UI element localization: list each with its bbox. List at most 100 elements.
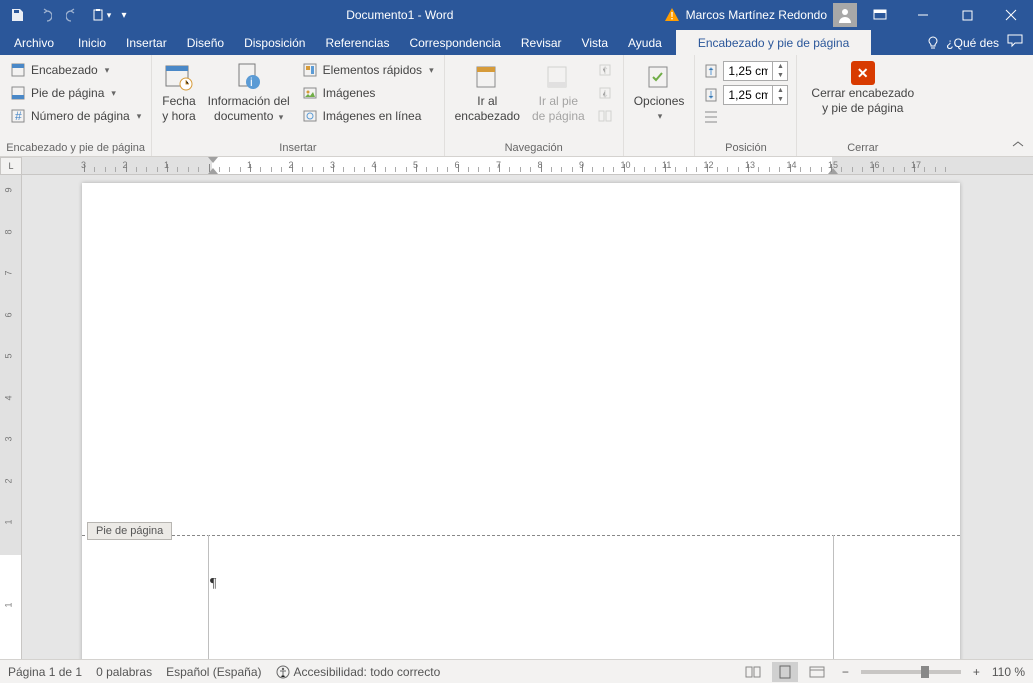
- online-images-button[interactable]: Imágenes en línea: [298, 105, 438, 127]
- avatar-icon[interactable]: [833, 3, 857, 27]
- svg-text:i: i: [250, 75, 253, 89]
- user-area: Marcos Martínez Redondo: [664, 0, 901, 30]
- prev-icon: [597, 62, 613, 78]
- window-controls: [901, 0, 1033, 30]
- date-time-button[interactable]: Fecha y hora: [156, 57, 201, 123]
- title-bar: ▾ ▾ Documento1 - Word Marcos Martínez Re…: [0, 0, 1033, 30]
- tab-header-footer[interactable]: Encabezado y pie de página: [676, 30, 871, 55]
- comments-icon[interactable]: [1007, 34, 1023, 51]
- tab-view[interactable]: Vista: [572, 30, 618, 55]
- print-layout-icon[interactable]: [772, 662, 798, 682]
- tab-help[interactable]: Ayuda: [618, 30, 672, 55]
- goto-header-button[interactable]: Ir al encabezado: [449, 57, 526, 123]
- status-accessibility[interactable]: Accesibilidad: todo correcto: [276, 665, 441, 679]
- page-number-button[interactable]: #Número de página▾: [6, 105, 145, 127]
- web-layout-icon[interactable]: [804, 662, 830, 682]
- qat-customize-icon[interactable]: ▾: [116, 2, 132, 28]
- header-distance-input[interactable]: [724, 64, 772, 78]
- zoom-out-button[interactable]: −: [836, 665, 855, 679]
- right-margin-mark: [833, 535, 834, 659]
- insert-alignment-tab[interactable]: [703, 109, 788, 125]
- online-image-icon: [302, 108, 318, 124]
- group-label-close: Cerrar: [801, 141, 924, 156]
- tab-layout[interactable]: Disposición: [234, 30, 315, 55]
- left-margin-mark: [208, 535, 209, 659]
- status-page[interactable]: Página 1 de 1: [8, 665, 82, 679]
- footer-from-bottom: ▲▼: [703, 85, 788, 105]
- footer-button[interactable]: Pie de página▾: [6, 82, 145, 104]
- warning-icon: [664, 7, 680, 23]
- spin-up-icon[interactable]: ▲: [773, 86, 787, 95]
- document-area: Pie de página ¶: [22, 175, 1033, 659]
- collapse-ribbon-icon[interactable]: [1011, 138, 1025, 152]
- images-button[interactable]: Imágenes: [298, 82, 438, 104]
- close-header-footer-button[interactable]: ✕ Cerrar encabezado y pie de página: [801, 57, 924, 115]
- hanging-indent-icon[interactable]: [208, 168, 218, 174]
- footer-distance-spinner[interactable]: ▲▼: [723, 85, 788, 105]
- ribbon-display-icon[interactable]: [863, 0, 897, 30]
- doc-info-button[interactable]: i Información del documento ▾: [202, 57, 296, 124]
- next-icon: [597, 85, 613, 101]
- goto-header-icon: [471, 61, 503, 93]
- pos-bottom-icon: [703, 87, 719, 103]
- zoom-slider[interactable]: [861, 670, 961, 674]
- horizontal-ruler[interactable]: 3211234567891011121314151617: [22, 157, 1033, 175]
- tab-home[interactable]: Inicio: [68, 30, 116, 55]
- nav-prev-button: [593, 59, 617, 81]
- group-navigation: Ir al encabezado Ir al pie de página Nav…: [445, 55, 624, 156]
- spin-up-icon[interactable]: ▲: [773, 62, 787, 71]
- paragraph-mark-icon: ¶: [210, 576, 216, 592]
- tab-references[interactable]: Referencias: [315, 30, 399, 55]
- group-options: Opciones ▾: [624, 55, 696, 156]
- zoom-in-button[interactable]: +: [967, 665, 986, 679]
- nav-next-button: [593, 82, 617, 104]
- doc-info-icon: i: [233, 61, 265, 93]
- user-name[interactable]: Marcos Martínez Redondo: [686, 8, 827, 22]
- image-icon: [302, 85, 318, 101]
- goto-footer-icon: [542, 61, 574, 93]
- header-distance-spinner[interactable]: ▲▼: [723, 61, 788, 81]
- quick-parts-button[interactable]: Elementos rápidos▾: [298, 59, 438, 81]
- tab-insert[interactable]: Insertar: [116, 30, 177, 55]
- window-title: Documento1 - Word: [136, 8, 664, 22]
- group-position: ▲▼ ▲▼ Posición: [695, 55, 797, 156]
- first-line-indent-icon[interactable]: [208, 157, 218, 163]
- ribbon-tabs: Archivo Inicio Insertar Diseño Disposici…: [0, 30, 1033, 55]
- zoom-level[interactable]: 110 %: [992, 665, 1025, 679]
- zoom-thumb[interactable]: [921, 666, 929, 678]
- options-icon: [643, 61, 675, 93]
- save-icon[interactable]: [4, 2, 30, 28]
- vertical-ruler[interactable]: 9876543211: [0, 175, 22, 659]
- status-language[interactable]: Español (España): [166, 665, 261, 679]
- group-label-insert: Insertar: [156, 141, 439, 156]
- read-mode-icon[interactable]: [740, 662, 766, 682]
- tab-mailings[interactable]: Correspondencia: [399, 30, 510, 55]
- tab-review[interactable]: Revisar: [511, 30, 572, 55]
- footer-distance-input[interactable]: [724, 88, 772, 102]
- tab-design[interactable]: Diseño: [177, 30, 234, 55]
- goto-footer-button: Ir al pie de página: [526, 57, 591, 123]
- status-words[interactable]: 0 palabras: [96, 665, 152, 679]
- group-label-navigation: Navegación: [449, 141, 619, 156]
- spin-down-icon[interactable]: ▼: [773, 95, 787, 104]
- group-label-position: Posición: [699, 141, 792, 156]
- close-button[interactable]: [989, 0, 1033, 30]
- quick-parts-icon: [302, 62, 318, 78]
- maximize-button[interactable]: [945, 0, 989, 30]
- minimize-button[interactable]: [901, 0, 945, 30]
- spin-down-icon[interactable]: ▼: [773, 71, 787, 80]
- ruler-corner[interactable]: L: [0, 157, 22, 175]
- header-button[interactable]: Encabezado▾: [6, 59, 145, 81]
- redo-icon[interactable]: [60, 2, 86, 28]
- tell-me-icon[interactable]: ¿Qué des: [926, 36, 999, 50]
- undo-icon[interactable]: [32, 2, 58, 28]
- tab-file[interactable]: Archivo: [0, 30, 68, 55]
- options-button[interactable]: Opciones ▾: [628, 57, 691, 123]
- footer-separator: [82, 535, 960, 536]
- group-header-footer: Encabezado▾ Pie de página▾ #Número de pá…: [0, 55, 152, 156]
- page[interactable]: Pie de página ¶: [82, 183, 960, 659]
- paste-icon[interactable]: ▾: [88, 2, 114, 28]
- svg-text:#: #: [15, 109, 22, 123]
- group-label-header-footer: Encabezado y pie de página: [4, 141, 147, 156]
- tell-me-text: ¿Qué des: [946, 36, 999, 50]
